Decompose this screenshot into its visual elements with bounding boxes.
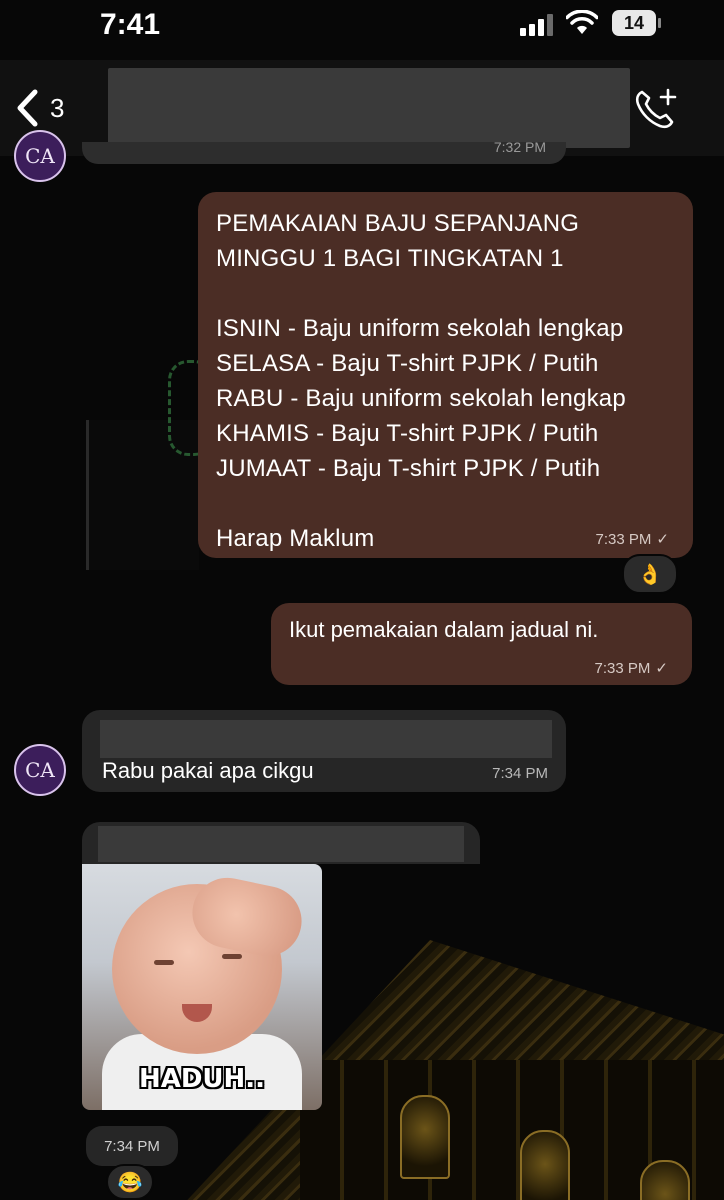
message-meta: 7:33 PM ✓ [594, 659, 668, 678]
message-text: Rabu pakai apa cikgu [102, 758, 314, 783]
message-time: 7:32 PM [493, 139, 546, 155]
redacted-chat-name[interactable] [108, 68, 630, 148]
message-time: 7:34 PM [104, 1137, 160, 1155]
battery-icon: 14 [612, 10, 661, 36]
cellular-signal-icon [520, 14, 556, 36]
chevron-left-icon [17, 89, 38, 127]
previous-message-bubble[interactable]: 7:32 PM [82, 139, 566, 164]
status-bar: 7:41 14 [0, 0, 724, 54]
avatar-initials: CA [25, 144, 55, 168]
sent-check-icon: ✓ [656, 531, 669, 548]
add-call-icon[interactable] [632, 86, 678, 132]
reaction-badge[interactable]: 👌 [622, 554, 678, 594]
message-line: JUMAAT - Baju T-shirt PJPK / Putih [216, 455, 601, 482]
wallpaper-ornament [400, 1095, 450, 1179]
message-line: PEMAKAIAN BAJU SEPANJANG [216, 210, 580, 237]
sticker-message-header [82, 822, 480, 864]
outgoing-message-bubble[interactable]: Ikut pemakaian dalam jadual ni. 7:33 PM … [271, 603, 692, 685]
message-line: RABU - Baju uniform sekolah lengkap [216, 385, 626, 412]
incoming-message-bubble[interactable]: Rabu pakai apa cikgu 7:34 PM [82, 710, 566, 792]
avatar-initials: CA [25, 758, 55, 782]
redacted-sender-name [98, 826, 464, 862]
avatar[interactable]: CA [14, 130, 66, 182]
message-line: MINGGU 1 BAGI TINGKATAN 1 [216, 245, 564, 272]
status-time: 7:41 [100, 8, 161, 41]
laughing-emoji-icon: 😂 [117, 1171, 143, 1194]
sticker-image[interactable]: HADUH.. [82, 864, 322, 1110]
sticker-caption: HADUH.. [138, 1064, 266, 1094]
message-line: KHAMIS - Baju T-shirt PJPK / Putih [216, 420, 599, 447]
message-meta: 7:34 PM [492, 765, 548, 782]
message-text: Ikut pemakaian dalam jadual ni. [289, 617, 599, 642]
message-line: ISNIN - Baju uniform sekolah lengkap [216, 315, 624, 342]
sent-check-icon: ✓ [655, 660, 668, 677]
message-time: 7:33 PM [595, 530, 652, 548]
avatar[interactable]: CA [14, 744, 66, 796]
wifi-icon [566, 10, 598, 34]
message-time: 7:34 PM [492, 765, 548, 782]
redacted-sender-name [100, 720, 552, 758]
ok-hand-emoji-icon: 👌 [637, 563, 663, 586]
wallpaper-ornament [640, 1160, 690, 1200]
message-meta: 7:33 PM ✓ [595, 530, 669, 549]
wallpaper-ornament [520, 1130, 570, 1200]
unread-count: 3 [50, 92, 65, 123]
sticker-time: 7:34 PM [86, 1126, 178, 1166]
message-time: 7:33 PM [594, 659, 651, 677]
message-line: SELASA - Baju T-shirt PJPK / Putih [216, 350, 599, 377]
reaction-badge[interactable]: 😂 [106, 1164, 154, 1200]
outgoing-message-bubble[interactable]: PEMAKAIAN BAJU SEPANJANG MINGGU 1 BAGI T… [198, 192, 693, 558]
back-button[interactable]: 3 [14, 80, 64, 136]
